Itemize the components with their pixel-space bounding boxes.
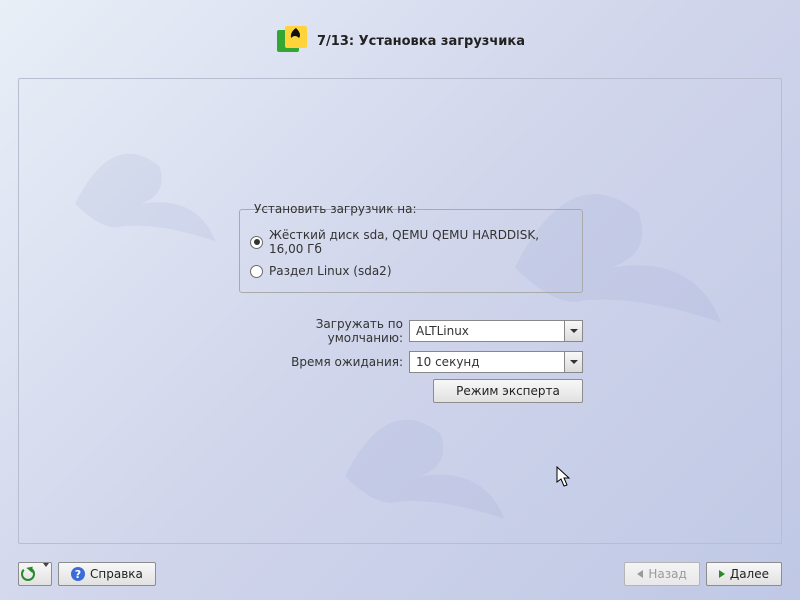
timeout-value: 10 секунд	[416, 355, 480, 369]
fieldset-legend: Установить загрузчик на:	[250, 202, 421, 216]
radio-label: Раздел Linux (sda2)	[269, 264, 392, 278]
button-label: Режим эксперта	[456, 384, 560, 398]
radio-option-partition-sda2[interactable]: Раздел Linux (sda2)	[248, 260, 574, 282]
button-label: Справка	[90, 567, 143, 581]
default-boot-value: ALTLinux	[416, 324, 469, 338]
arrow-right-icon	[719, 567, 725, 581]
radio-label: Жёсткий диск sda, QEMU QEMU HARDDISK, 16…	[269, 228, 572, 256]
back-button: Назад	[624, 562, 699, 586]
radio-option-disk-sda[interactable]: Жёсткий диск sda, QEMU QEMU HARDDISK, 16…	[248, 224, 574, 260]
arrow-left-icon	[637, 567, 643, 581]
button-label: Назад	[648, 567, 686, 581]
chevron-down-icon	[564, 321, 582, 341]
chevron-down-icon	[564, 352, 582, 372]
expert-button-holder: Режим эксперта	[239, 379, 583, 403]
form-rows: Загружать по умолчанию: ALTLinux Время о…	[239, 317, 583, 379]
button-label: Далее	[730, 567, 769, 581]
timeout-row: Время ожидания: 10 секунд	[239, 351, 583, 373]
page-title: 7/13: Установка загрузчика	[317, 34, 525, 49]
chevron-down-icon	[40, 567, 49, 581]
radio-icon	[250, 236, 263, 249]
refresh-icon	[21, 567, 35, 581]
next-button[interactable]: Далее	[706, 562, 782, 586]
header: 7/13: Установка загрузчика	[0, 24, 800, 58]
installer-logo-icon	[275, 24, 309, 58]
timeout-label: Время ожидания:	[239, 355, 409, 369]
install-target-fieldset: Установить загрузчик на: Жёсткий диск sd…	[239, 209, 583, 293]
radio-icon	[250, 265, 263, 278]
help-button[interactable]: ? Справка	[58, 562, 156, 586]
default-boot-select[interactable]: ALTLinux	[409, 320, 583, 342]
help-icon: ?	[71, 567, 85, 581]
timeout-select[interactable]: 10 секунд	[409, 351, 583, 373]
main-panel: Установить загрузчик на: Жёсткий диск sd…	[18, 78, 782, 544]
bottom-bar: ? Справка Назад Далее	[18, 562, 782, 586]
refresh-dropdown-button[interactable]	[18, 562, 52, 586]
default-boot-label: Загружать по умолчанию:	[239, 317, 409, 345]
default-boot-row: Загружать по умолчанию: ALTLinux	[239, 317, 583, 345]
expert-mode-button[interactable]: Режим эксперта	[433, 379, 583, 403]
